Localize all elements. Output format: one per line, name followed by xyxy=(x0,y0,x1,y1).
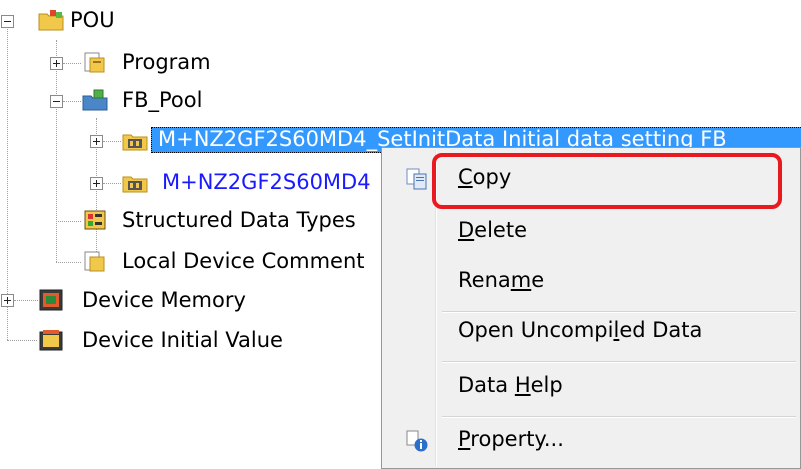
menu-item-delete[interactable]: Delete xyxy=(382,211,800,253)
device-memory-icon xyxy=(39,289,63,311)
tree-item-program[interactable]: Program xyxy=(122,49,211,75)
comment-icon xyxy=(84,251,105,272)
copy-highlight-box xyxy=(432,153,782,209)
fb1-expand-toggle[interactable] xyxy=(90,135,103,148)
device-initial-icon xyxy=(39,330,63,351)
program-icon xyxy=(84,52,105,73)
tree-item-device-memory[interactable]: Device Memory xyxy=(82,287,246,313)
menu-item-open-uncompiled-label: Open Uncompiled Data xyxy=(458,318,703,342)
tree-item-structured-data-types[interactable]: Structured Data Types xyxy=(122,207,356,233)
menu-item-rename-label: Rename xyxy=(458,268,545,292)
menu-item-data-help-label: Data Help xyxy=(458,373,563,397)
menu-item-rename[interactable]: Rename xyxy=(382,261,800,303)
fbpool-collapse-toggle[interactable] xyxy=(50,95,63,108)
menu-item-delete-label: Delete xyxy=(458,218,527,242)
program-expand-toggle[interactable] xyxy=(50,57,63,70)
fb-folder-icon xyxy=(122,134,148,151)
menu-item-property[interactable]: Property... xyxy=(382,420,800,462)
menu-separator xyxy=(442,361,796,363)
menu-item-data-help[interactable]: Data Help xyxy=(382,366,800,408)
fb-pool-icon xyxy=(82,89,108,111)
tree-item-fb-pool[interactable]: FB_Pool xyxy=(122,87,202,113)
fb2-expand-toggle[interactable] xyxy=(90,177,103,190)
property-icon xyxy=(406,430,428,452)
menu-separator xyxy=(442,416,796,418)
tree-item-fb-second[interactable]: M+NZ2GF2S60MD4 xyxy=(162,169,371,195)
device-memory-expand-toggle[interactable] xyxy=(1,294,14,307)
fb-folder-icon xyxy=(122,176,148,193)
structure-icon xyxy=(84,210,106,230)
tree-item-device-initial-value[interactable]: Device Initial Value xyxy=(82,327,283,353)
folder-icon xyxy=(38,10,64,31)
menu-item-open-uncompiled-data[interactable]: Open Uncompiled Data xyxy=(382,311,800,353)
tree-item-pou[interactable]: POU xyxy=(70,7,115,33)
tree-item-local-device-comment[interactable]: Local Device Comment xyxy=(122,248,364,274)
pou-collapse-toggle[interactable] xyxy=(1,15,14,28)
menu-item-property-label: Property... xyxy=(458,427,564,451)
copy-icon xyxy=(406,168,427,190)
